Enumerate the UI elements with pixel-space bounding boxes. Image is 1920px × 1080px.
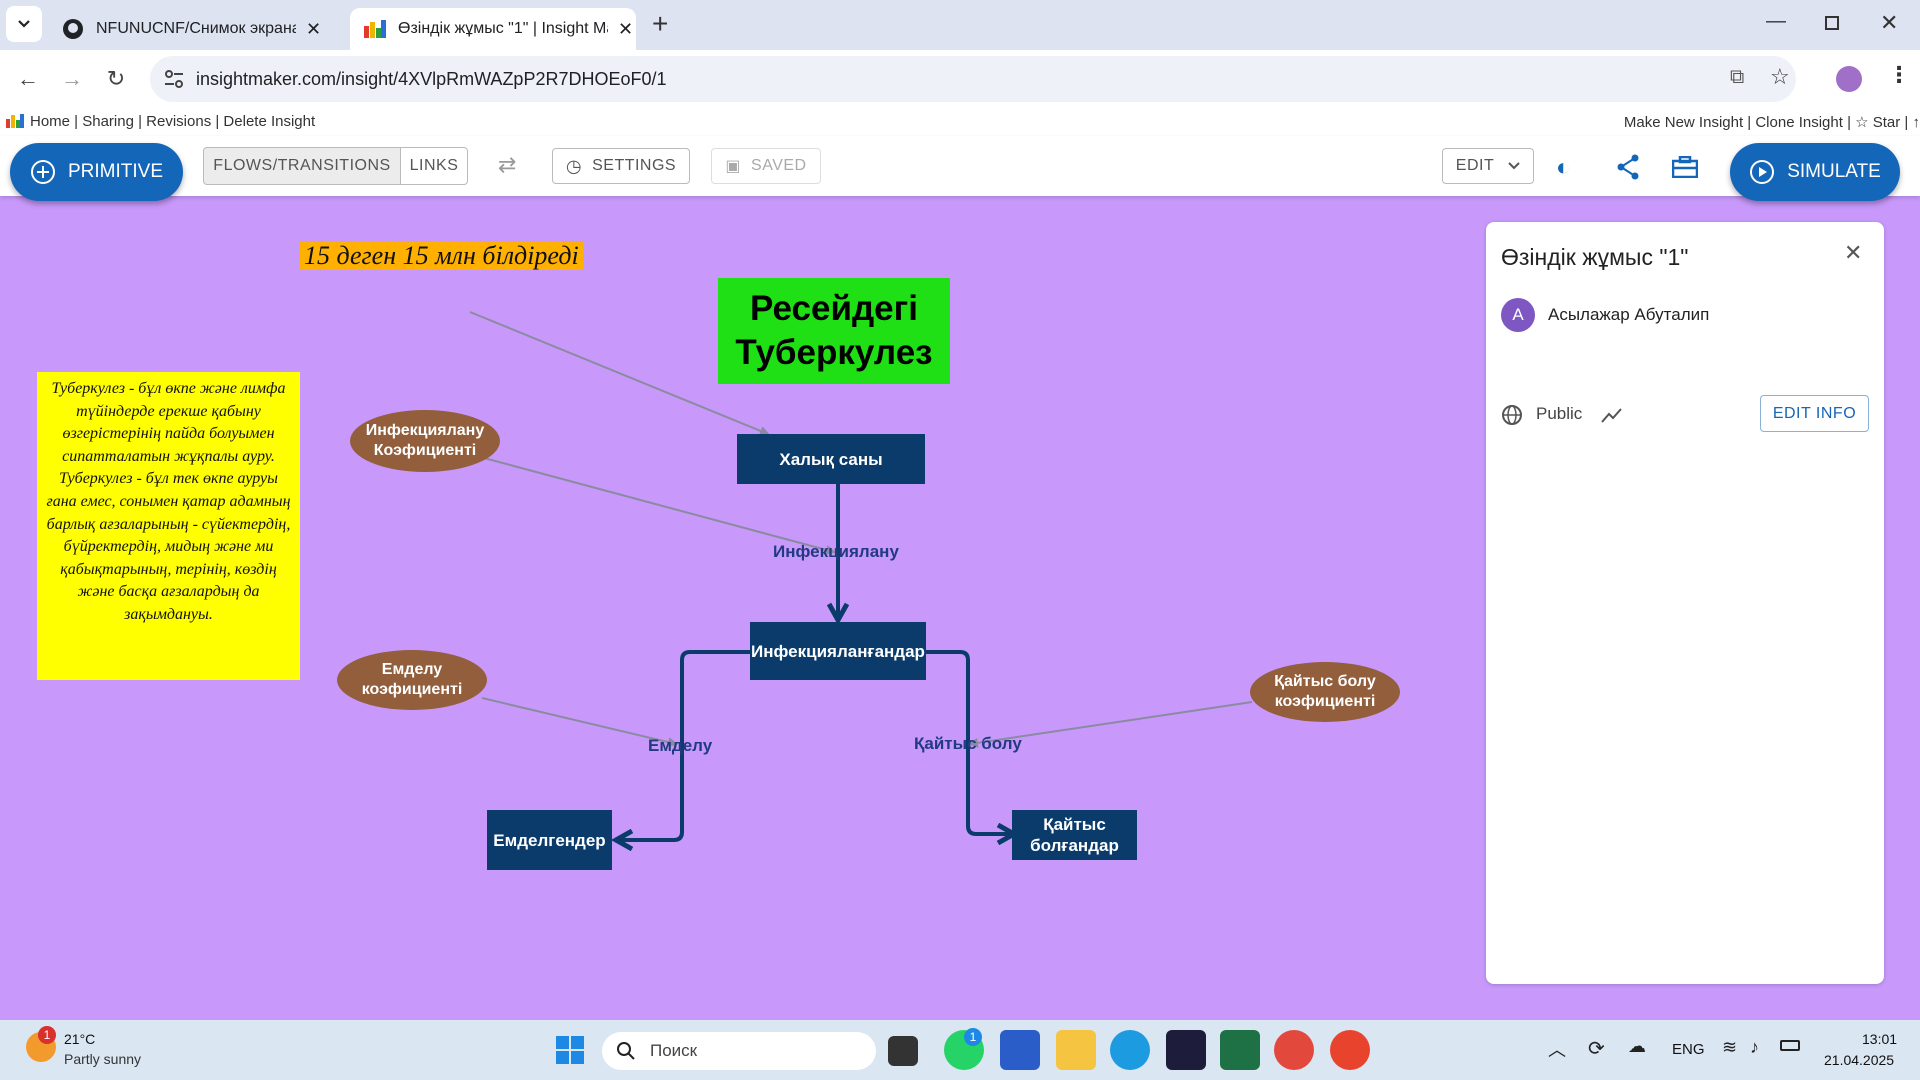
edge-icon[interactable] [1110, 1030, 1150, 1070]
flow-death-label[interactable]: Қайтыс болу [914, 734, 1022, 754]
tab-title: Өзіндік жұмыс "1" | Insight Ma [398, 20, 608, 37]
insight-maker-icon [364, 20, 386, 38]
clock-time[interactable]: 13:01 [1862, 1031, 1897, 1047]
chevron-down-icon [1508, 162, 1520, 170]
variable-infection-coef[interactable]: Инфекциялану Коэфициенті [350, 410, 500, 472]
stock-population[interactable]: Халық саны [737, 434, 925, 484]
bookmark-star-icon[interactable]: ☆ [1770, 64, 1790, 90]
weather-badge: 1 [38, 1026, 56, 1044]
volume-icon[interactable]: ♪ [1750, 1037, 1759, 1058]
insight-nav-links[interactable]: Home | Sharing | Revisions | Delete Insi… [30, 113, 315, 130]
stock-died[interactable]: Қайтыс болғандар [1012, 810, 1137, 860]
new-tab-button[interactable]: + [652, 8, 668, 40]
flow-infection-label[interactable]: Инфекциялану [773, 542, 899, 562]
add-primitive-button[interactable]: PRIMITIVE [10, 143, 183, 201]
save-disk-icon: ▣ [725, 158, 742, 175]
variable-treatment-coef[interactable]: Емделу коэфициенті [337, 650, 487, 710]
wps-office-icon[interactable] [1330, 1030, 1370, 1070]
menu-icon[interactable]: ⋮ [1888, 62, 1910, 88]
author-name[interactable]: Асылажар Абуталип [1548, 305, 1709, 325]
edit-info-button[interactable]: EDIT INFO [1760, 395, 1869, 432]
tab-insight[interactable]: Өзіндік жұмыс "1" | Insight Ma ✕ [350, 8, 636, 50]
model-title[interactable]: Ресейдегі Туберкулез [718, 278, 950, 384]
battery-icon[interactable] [1780, 1040, 1800, 1051]
weather-desc[interactable]: Partly sunny [64, 1051, 141, 1067]
close-panel-icon[interactable]: ✕ [1844, 240, 1862, 266]
clock-icon: ◷ [565, 155, 583, 176]
translate-icon[interactable]: ⧉ [1730, 66, 1744, 89]
globe-icon [1502, 405, 1522, 425]
settings-button[interactable]: ◷ SETTINGS [552, 148, 690, 184]
tab-close-icon[interactable]: ✕ [618, 19, 633, 40]
variable-death-coef[interactable]: Қайтыс болу коэфициенті [1250, 662, 1400, 722]
github-icon [63, 19, 83, 39]
forward-icon[interactable]: → [52, 59, 92, 99]
tab-close-icon[interactable]: ✕ [306, 19, 321, 40]
stock-infected[interactable]: Инфекцияланғандар [750, 622, 926, 680]
stock-treated[interactable]: Емделгендер [487, 810, 612, 870]
restore-icon[interactable] [1825, 16, 1839, 30]
toolbox-icon[interactable] [1672, 156, 1698, 178]
share-icon[interactable] [1616, 154, 1640, 180]
store-icon[interactable] [1000, 1030, 1040, 1070]
excel-icon[interactable] [1220, 1030, 1260, 1070]
windows-start-icon[interactable] [555, 1035, 585, 1065]
link-treatment-coef[interactable] [481, 697, 678, 748]
tab-title: NFUNUCNF/Снимок экрана 20 [96, 20, 296, 37]
tab-search-button[interactable] [6, 6, 42, 42]
simulate-label: SIMULATE [1787, 161, 1881, 182]
weather-temp[interactable]: 21°C [64, 1031, 95, 1047]
author-avatar: A [1501, 298, 1535, 332]
links-button[interactable]: LINKS [400, 147, 468, 185]
site-info-icon[interactable] [164, 70, 184, 88]
simulate-button[interactable]: SIMULATE [1730, 143, 1900, 201]
palette-icon[interactable]: ◐ [1556, 154, 1571, 182]
search-icon [617, 1042, 635, 1060]
webex-icon[interactable] [1166, 1030, 1206, 1070]
taskbar-search[interactable]: Поиск [602, 1032, 876, 1070]
wifi-icon[interactable]: ≋ [1722, 1037, 1737, 1058]
saved-button: ▣ SAVED [711, 148, 821, 184]
insight-info-panel: Өзіндік жұмыс "1" ✕ A Асылажар Абуталип … [1486, 222, 1884, 984]
flow-treatment-label[interactable]: Емделу [648, 736, 712, 756]
flows-transitions-button[interactable]: FLOWS/TRANSITIONS [203, 147, 401, 185]
plus-circle-icon [30, 160, 55, 184]
whatsapp-badge: 1 [964, 1028, 982, 1046]
trending-icon [1601, 408, 1622, 423]
edit-menu-button[interactable]: EDIT [1442, 148, 1534, 184]
play-circle-icon [1750, 160, 1775, 184]
cloud-off-icon[interactable]: ☁ [1628, 1036, 1646, 1057]
browser-tab-strip: NFUNUCNF/Снимок экрана 20 ✕ Өзіндік жұмы… [0, 0, 1920, 50]
insight-links-bar: Home | Sharing | Revisions | Delete Insi… [0, 108, 1920, 136]
canvas-note[interactable]: 15 деген 15 млн білдіреді [300, 242, 583, 270]
primitive-label: PRIMITIVE [67, 161, 163, 182]
settings-label: SETTINGS [592, 157, 677, 174]
description-text-box[interactable]: Туберкулез - бұл өкпе және лимфа түйінде… [37, 372, 300, 680]
sync-icon[interactable]: ⟳ [1588, 1036, 1605, 1061]
language-indicator[interactable]: ENG [1672, 1041, 1705, 1058]
address-bar[interactable]: insightmaker.com/insight/4XVlpRmWAZpP2R7… [150, 56, 1796, 102]
tab-github[interactable]: NFUNUCNF/Снимок экрана 20 ✕ [48, 8, 348, 50]
search-placeholder: Поиск [650, 1041, 698, 1060]
profile-avatar[interactable] [1836, 66, 1862, 92]
chrome-icon[interactable] [1274, 1030, 1314, 1070]
file-explorer-icon[interactable] [1056, 1030, 1096, 1070]
insight-maker-logo-icon [6, 114, 24, 128]
back-icon[interactable]: ← [8, 59, 48, 99]
insight-action-links[interactable]: Make New Insight | Clone Insight | ☆ Sta… [1624, 113, 1920, 131]
chevron-down-icon [18, 20, 30, 28]
saved-label: SAVED [751, 157, 807, 174]
tray-chevron-up-icon[interactable]: ︿ [1548, 1036, 1566, 1062]
url-text: insightmaker.com/insight/4XVlpRmWAZpP2R7… [196, 68, 667, 89]
swap-icon[interactable]: ⇄ [498, 152, 516, 178]
visibility-label: Public [1536, 404, 1583, 423]
minimize-icon[interactable]: — [1766, 10, 1786, 33]
reload-icon[interactable]: ↻ [96, 59, 136, 99]
panel-title: Өзіндік жұмыс "1" [1501, 244, 1689, 270]
clock-date[interactable]: 21.04.2025 [1824, 1052, 1894, 1068]
task-view-icon[interactable] [888, 1036, 918, 1066]
close-window-icon[interactable]: ✕ [1880, 10, 1898, 36]
edit-label: EDIT [1455, 157, 1495, 174]
